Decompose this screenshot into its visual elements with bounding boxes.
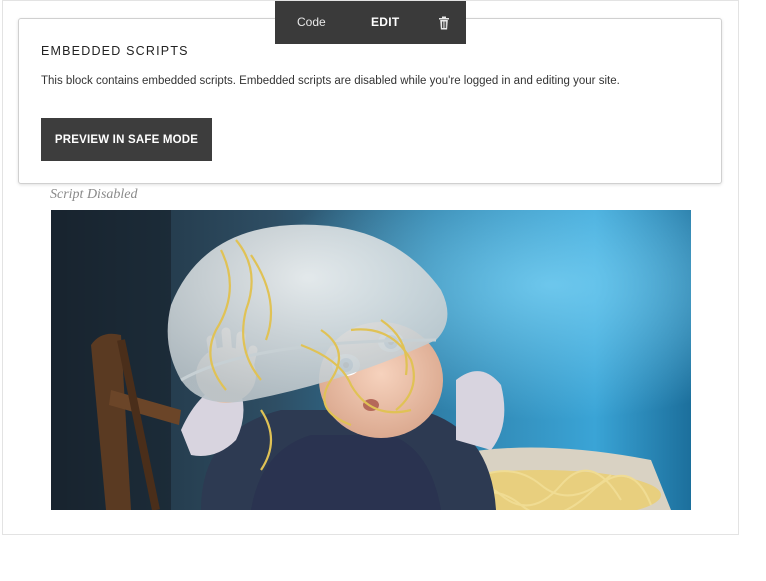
- trash-icon[interactable]: [438, 16, 450, 30]
- block-toolbar: Code EDIT: [275, 1, 466, 44]
- preview-safe-mode-button[interactable]: PREVIEW IN SAFE MODE: [41, 118, 212, 161]
- code-button[interactable]: Code: [297, 15, 326, 29]
- card-description: This block contains embedded scripts. Em…: [41, 75, 620, 87]
- card-title: EMBEDDED SCRIPTS: [41, 44, 189, 58]
- baby-spaghetti-photo: [51, 210, 691, 510]
- script-disabled-caption: Script Disabled: [50, 187, 138, 202]
- edit-button[interactable]: EDIT: [371, 15, 400, 29]
